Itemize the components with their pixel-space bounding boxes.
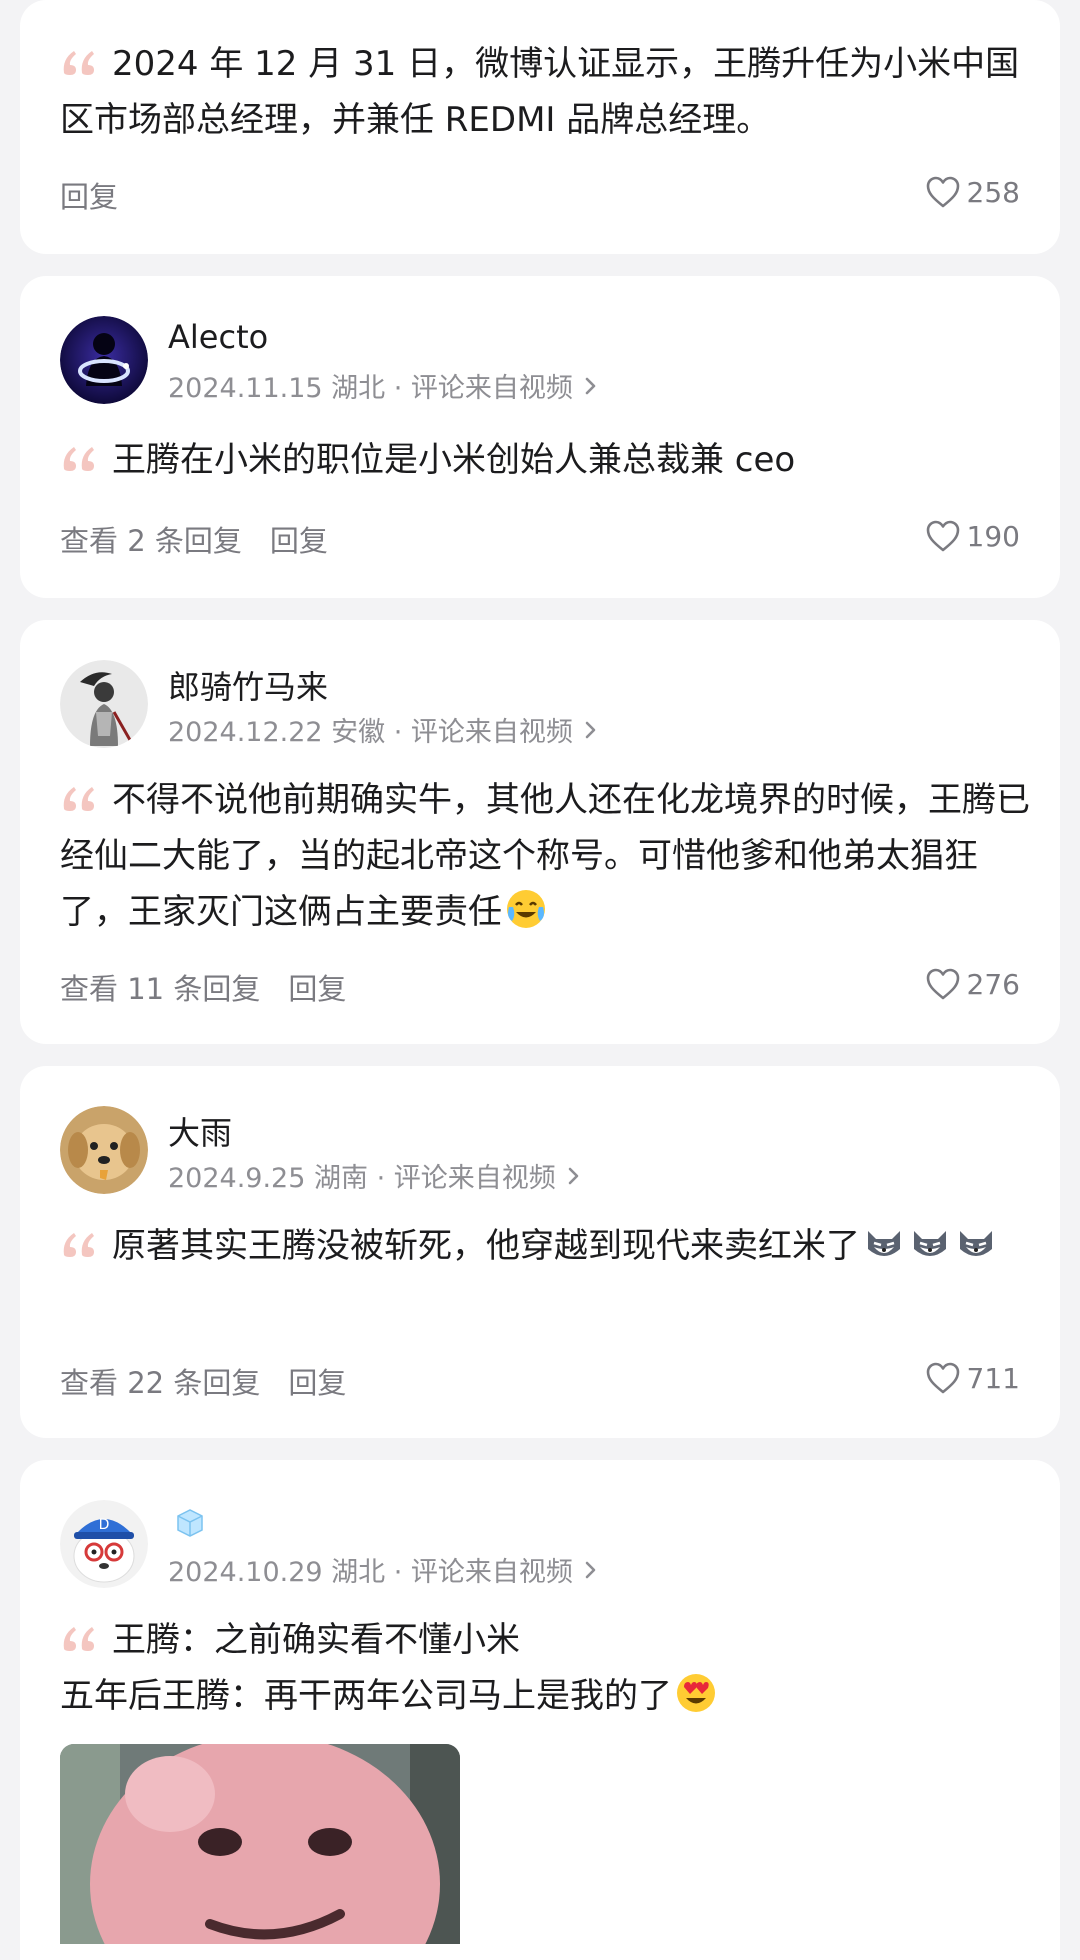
like-button[interactable]: 276 — [925, 967, 1020, 1001]
view-replies-button[interactable]: 查看 11 条回复 — [60, 966, 260, 1008]
comment-card-1: 2024 年 12 月 31 日，微博认证显示，王腾升任为小米中国区市场部总经理… — [20, 0, 1060, 254]
like-button[interactable]: 711 — [925, 1361, 1020, 1395]
reply-button[interactable]: 回复 — [60, 174, 118, 216]
username[interactable]: 郎骑竹马来 — [168, 662, 328, 708]
avatar[interactable] — [60, 1106, 148, 1194]
comment-text: 2024 年 12 月 31 日，微博认证显示，王腾升任为小米中国区市场部总经理… — [60, 36, 1040, 148]
comment-card-3: 郎骑竹马来 2024.12.22 安徽 · 评论来自视频 不得不说他前期确实牛，… — [20, 620, 1060, 1044]
wolf-emoji — [908, 1221, 952, 1265]
reply-button[interactable]: 回复 — [270, 518, 328, 560]
comment-actions: 查看 22 条回复 回复 — [60, 1360, 346, 1402]
comment-card-5: D 2024.10.29 湖北 · 评论来自视频 王腾：之前确实看不懂小米 五年… — [20, 1460, 1060, 1960]
crying-laughing-emoji — [504, 887, 548, 931]
heart-outline-icon — [926, 1362, 959, 1394]
like-count: 258 — [966, 175, 1020, 209]
comment-text-body: 原著其实王腾没被斩死，他穿越到现代来卖红米了 — [112, 1226, 860, 1266]
quote-mark-icon — [60, 1220, 100, 1257]
avatar[interactable]: D — [60, 1500, 148, 1588]
wolf-emoji — [862, 1221, 906, 1265]
chevron-right-icon — [585, 377, 596, 394]
username[interactable]: Alecto — [168, 318, 268, 356]
comment-meta[interactable]: 2024.11.15 湖北 · 评论来自视频 — [168, 366, 601, 405]
comment-text: 不得不说他前期确实牛，其他人还在化龙境界的时候，王腾已经仙二大能了，当的起北帝这… — [60, 772, 1040, 940]
comment-meta[interactable]: 2024.9.25 湖南 · 评论来自视频 — [168, 1156, 584, 1195]
heart-outline-icon — [926, 968, 959, 1000]
comment-text: 原著其实王腾没被斩死，他穿越到现代来卖红米了 — [60, 1218, 1040, 1274]
comment-text-line2: 五年后王腾：再干两年公司马上是我的了 — [60, 1676, 672, 1716]
like-button[interactable]: 258 — [925, 175, 1020, 209]
meta-text: 2024.11.15 湖北 · 评论来自视频 — [168, 373, 573, 404]
wolf-emoji — [954, 1221, 998, 1265]
meta-text: 2024.12.22 安徽 · 评论来自视频 — [168, 717, 573, 748]
quote-mark-icon — [60, 774, 100, 811]
avatar[interactable] — [60, 660, 148, 748]
reply-button[interactable]: 回复 — [288, 966, 346, 1008]
like-count: 276 — [966, 967, 1020, 1001]
comment-text-line1: 王腾：之前确实看不懂小米 — [112, 1620, 520, 1660]
like-count: 711 — [966, 1361, 1020, 1395]
comment-text: 王腾：之前确实看不懂小米 五年后王腾：再干两年公司马上是我的了 — [60, 1612, 1040, 1724]
meta-text: 2024.10.29 湖北 · 评论来自视频 — [168, 1557, 573, 1588]
view-replies-button[interactable]: 查看 22 条回复 — [60, 1360, 260, 1402]
chevron-right-icon — [585, 1561, 596, 1578]
avatar[interactable] — [60, 316, 148, 404]
like-count: 190 — [966, 519, 1020, 553]
comment-meta[interactable]: 2024.10.29 湖北 · 评论来自视频 — [168, 1550, 601, 1589]
comment-meta[interactable]: 2024.12.22 安徽 · 评论来自视频 — [168, 710, 601, 749]
comment-card-2: Alecto 2024.11.15 湖北 · 评论来自视频 王腾在小米的职位是小… — [20, 276, 1060, 598]
comment-actions: 查看 11 条回复 回复 — [60, 966, 346, 1008]
sticker-image[interactable] — [60, 1744, 460, 1944]
chevron-right-icon — [568, 1167, 579, 1184]
heart-outline-icon — [926, 520, 959, 552]
like-button[interactable]: 190 — [925, 519, 1020, 553]
comment-actions: 回复 — [60, 174, 118, 216]
heart-outline-icon — [926, 176, 959, 208]
quote-mark-icon — [60, 38, 100, 75]
meta-text: 2024.9.25 湖南 · 评论来自视频 — [168, 1163, 556, 1194]
svg-text:D: D — [99, 1517, 110, 1533]
view-replies-button[interactable]: 查看 2 条回复 — [60, 518, 242, 560]
comment-text-body: 王腾在小米的职位是小米创始人兼总裁兼 ceo — [112, 440, 796, 480]
quote-mark-icon — [60, 434, 100, 471]
username[interactable]: 大雨 — [168, 1108, 232, 1154]
quote-mark-icon — [60, 1614, 100, 1651]
comment-text-body: 2024 年 12 月 31 日，微博认证显示，王腾升任为小米中国区市场部总经理… — [60, 44, 1020, 140]
heart-eyes-emoji — [674, 1671, 718, 1715]
comment-card-4: 大雨 2024.9.25 湖南 · 评论来自视频 原著其实王腾没被斩死，他穿越到… — [20, 1066, 1060, 1438]
chevron-right-icon — [585, 721, 596, 738]
reply-button[interactable]: 回复 — [288, 1360, 346, 1402]
ice-cube-icon — [174, 1506, 206, 1538]
comment-text: 王腾在小米的职位是小米创始人兼总裁兼 ceo — [60, 432, 1040, 488]
comment-actions: 查看 2 条回复 回复 — [60, 518, 328, 560]
